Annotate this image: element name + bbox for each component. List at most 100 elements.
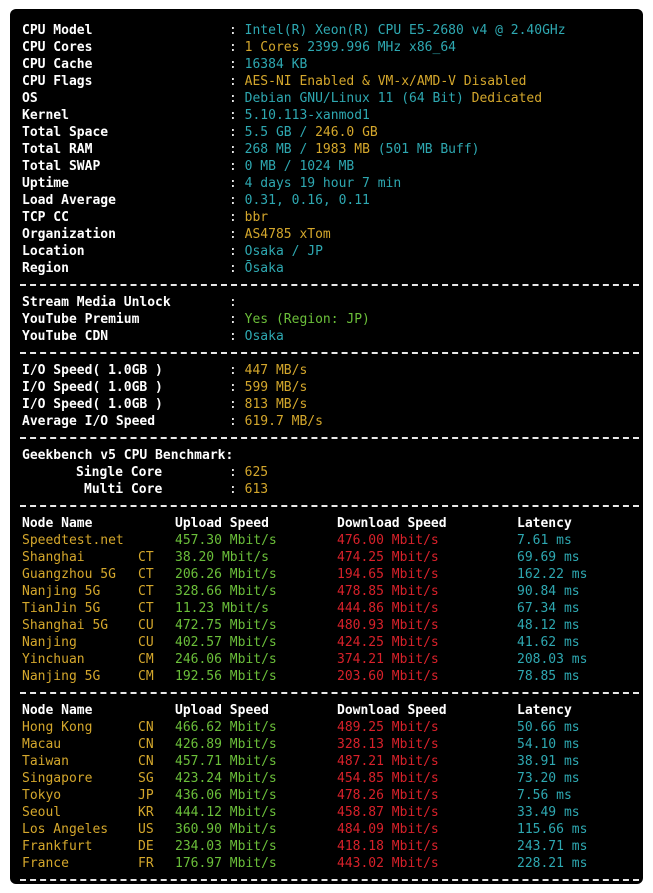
speed-row: Guangzhou 5G CT 206.26 Mbit/s 194.65 Mbit/s…	[22, 566, 643, 583]
colon: :	[229, 91, 237, 106]
geekbench-label: Multi Core	[84, 482, 163, 497]
colon: :	[229, 159, 237, 174]
speed-latency: 67.34 ms	[517, 601, 580, 616]
colon-value: : Yes (Region: JP)	[229, 311, 370, 328]
speed-download: 443.02 Mbit/s	[337, 856, 439, 871]
speed-isp: SG	[138, 771, 154, 786]
speed-row: Nanjing CU 402.57 Mbit/s 424.25 Mbit/s 41.62…	[22, 634, 643, 651]
speed-upload: 444.12 Mbit/s	[175, 805, 277, 820]
speed-isp: DE	[138, 839, 154, 854]
section-divider	[20, 277, 643, 294]
speed-node: Yinchuan	[22, 652, 85, 667]
speed-download: 480.93 Mbit/s	[337, 618, 439, 633]
geekbench-value: 613	[244, 482, 269, 497]
colon-value: : 447 MB/s	[229, 362, 307, 379]
colon-value: : Intel(R) Xeon(R) CPU E5-2680 v4 @ 2.40…	[229, 22, 566, 39]
speed-node: Guangzhou 5G	[22, 567, 116, 582]
speed-isp: CM	[138, 652, 154, 667]
colon: :	[229, 23, 237, 38]
sysinfo-value: 16384 KB	[244, 57, 308, 72]
speed-row: Taiwan CN 457.71 Mbit/s 487.21 Mbit/s 38.91 …	[22, 753, 643, 770]
speed-row: France FR 176.97 Mbit/s 443.02 Mbit/s 228.21…	[22, 855, 643, 872]
geekbench-label: Single Core	[76, 465, 163, 480]
speed-row: Los Angeles US 360.90 Mbit/s 484.09 Mbit/s 1…	[22, 821, 643, 838]
speed-isp: FR	[138, 856, 154, 871]
speed-row: Nanjing 5G CM 192.56 Mbit/s 203.60 Mbit/s 78…	[22, 668, 643, 685]
sysinfo-row: Total Space: 5.5 GB / 246.0 GB	[22, 124, 643, 141]
speed-row: Tokyo JP 436.06 Mbit/s 478.26 Mbit/s 7.56 ms	[22, 787, 643, 804]
sysinfo-row: OS: Debian GNU/Linux 11 (64 Bit) Dedicat…	[22, 90, 643, 107]
speed-upload: 328.66 Mbit/s	[175, 584, 277, 599]
speed-isp: CT	[138, 550, 154, 565]
speed-isp: CT	[138, 584, 154, 599]
colon-value: : Osaka / JP	[229, 243, 323, 260]
speed-upload: 246.06 Mbit/s	[175, 652, 277, 667]
stream-row: YouTube Premium: Yes (Region: JP)	[22, 311, 643, 328]
speed-download: 194.65 Mbit/s	[337, 567, 439, 582]
speed-isp: CU	[138, 635, 154, 650]
header-upload: Upload Speed	[175, 516, 269, 531]
io-row: I/O Speed( 1.0GB ): 447 MB/s	[22, 362, 643, 379]
speed-isp: CN	[138, 737, 154, 752]
colon: :	[229, 380, 237, 395]
io-value: 619.7 MB/s	[244, 414, 323, 429]
colon: :	[229, 210, 237, 225]
speed-node: Nanjing 5G	[22, 669, 101, 684]
geekbench-row: Single Core: 625	[22, 464, 643, 481]
speed-latency: 48.12 ms	[517, 618, 580, 633]
speed-row: Yinchuan CM 246.06 Mbit/s 374.21 Mbit/s 208.…	[22, 651, 643, 668]
sysinfo-label: OS	[22, 91, 38, 106]
speed-upload: 472.75 Mbit/s	[175, 618, 277, 633]
io-row: I/O Speed( 1.0GB ): 599 MB/s	[22, 379, 643, 396]
speed-row: Frankfurt DE 234.03 Mbit/s 418.18 Mbit/s 243…	[22, 838, 643, 855]
sysinfo-value: 4 days 19 hour 7 min	[244, 176, 402, 191]
speed-latency: 7.61 ms	[517, 533, 572, 548]
colon: :	[229, 295, 237, 310]
speed-row: Seoul KR 444.12 Mbit/s 458.87 Mbit/s 33.49 m…	[22, 804, 643, 821]
sysinfo-label: CPU Cores	[22, 40, 93, 55]
colon-value: : Osaka	[229, 328, 284, 345]
sysinfo-label: CPU Model	[22, 23, 93, 38]
speed-download: 478.26 Mbit/s	[337, 788, 439, 803]
stream-row: YouTube CDN: Osaka	[22, 328, 643, 345]
colon-value: : 0.31, 0.16, 0.11	[229, 192, 370, 209]
speed-download: 478.85 Mbit/s	[337, 584, 439, 599]
sysinfo-value: Debian GNU/Linux 11 (64 Bit)	[244, 91, 472, 106]
colon: :	[229, 142, 237, 157]
speed-header-row: Node Name Upload Speed Download Speed Laten…	[22, 515, 643, 532]
sysinfo-label: Total SWAP	[22, 159, 101, 174]
colon: :	[229, 363, 237, 378]
speed-latency: 7.56 ms	[517, 788, 572, 803]
speed-node: Hong Kong	[22, 720, 93, 735]
speed-download: 484.09 Mbit/s	[337, 822, 439, 837]
section-divider	[20, 872, 643, 889]
speed-isp: CU	[138, 618, 154, 633]
speed-latency: 208.03 ms	[517, 652, 588, 667]
speed-row: Macau CN 426.89 Mbit/s 328.13 Mbit/s 54.10 m…	[22, 736, 643, 753]
speed-isp: CT	[138, 567, 154, 582]
colon-value: : 1 Cores 2399.996 MHz x86_64	[229, 39, 456, 56]
colon: :	[229, 244, 237, 259]
speed-upload: 11.23 Mbit/s	[175, 601, 269, 616]
speed-header-row: Node Name Upload Speed Download Speed Laten…	[22, 702, 643, 719]
header-latency: Latency	[517, 703, 572, 718]
speed-node: Shanghai	[22, 550, 85, 565]
colon: :	[229, 414, 237, 429]
speed-node: France	[22, 856, 69, 871]
sysinfo-label: Organization	[22, 227, 116, 242]
speed-row: Singapore SG 423.24 Mbit/s 454.85 Mbit/s 73.…	[22, 770, 643, 787]
stream-title-row: Stream Media Unlock:	[22, 294, 643, 311]
speed-download: 489.25 Mbit/s	[337, 720, 439, 735]
sysinfo-value: 0 MB / 1024 MB	[244, 159, 355, 174]
speed-latency: 54.10 ms	[517, 737, 580, 752]
sysinfo-row: Region: Ōsaka	[22, 260, 643, 277]
stream-value: Yes (Region: JP)	[244, 312, 370, 327]
speed-node: Frankfurt	[22, 839, 93, 854]
section-divider	[20, 430, 643, 447]
speed-node: Nanjing 5G	[22, 584, 101, 599]
header-upload: Upload Speed	[175, 703, 269, 718]
section-divider	[20, 685, 643, 702]
section-divider	[20, 345, 643, 362]
speed-download: 418.18 Mbit/s	[337, 839, 439, 854]
sysinfo-row: Total RAM: 268 MB / 1983 MB (501 MB Buff…	[22, 141, 643, 158]
